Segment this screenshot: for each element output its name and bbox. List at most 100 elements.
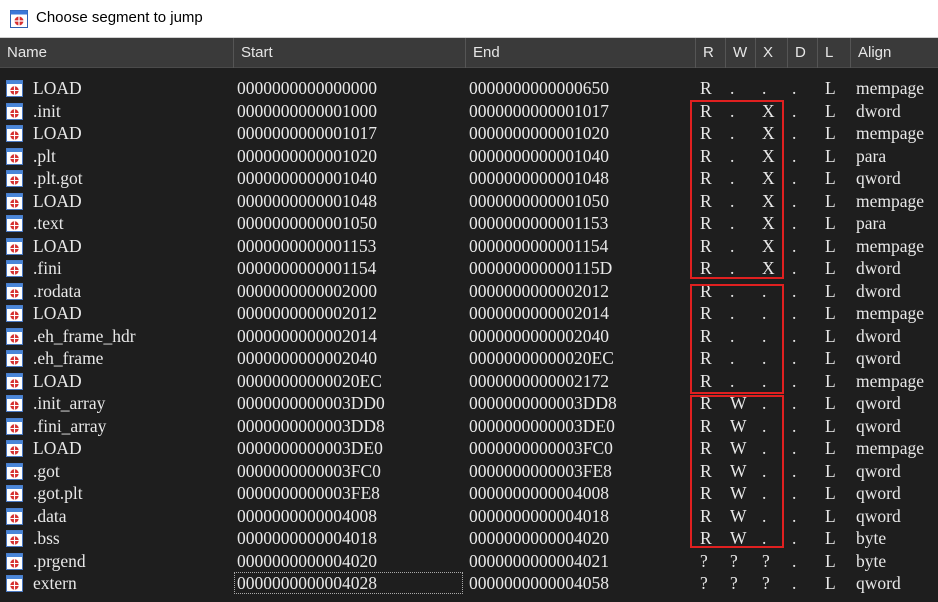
cell-name: extern: [33, 573, 77, 593]
column-header-name[interactable]: Name: [0, 38, 233, 68]
cell-end: 0000000000002040: [469, 325, 609, 346]
cell-align: qword: [856, 393, 901, 413]
table-row[interactable]: LOAD 0000000000002012 0000000000002014 R...…: [0, 302, 938, 325]
table-row[interactable]: .bss 0000000000004018 0000000000004020 R W..…: [0, 527, 938, 550]
cell-end: 0000000000003FC0: [469, 438, 613, 458]
segment-icon: [6, 282, 23, 300]
highlight-box-rw: [690, 395, 784, 548]
cell-start: 0000000000004008: [237, 505, 377, 526]
cell-name: .prgend: [33, 550, 86, 571]
table-row[interactable]: LOAD 0000000000001017 0000000000001020 R. X.…: [0, 122, 938, 145]
segment-icon: [6, 485, 23, 502]
segment-icon: [6, 305, 23, 322]
table-row[interactable]: .text 0000000000001050 0000000000001153 R. X…: [0, 212, 938, 235]
table-row[interactable]: .prgend 0000000000004020 0000000000004021?…: [0, 550, 938, 573]
cell-d: .: [792, 213, 797, 233]
cell-l: L: [825, 460, 836, 481]
cell-align: byte: [856, 550, 887, 571]
window-title: Choose segment to jump: [36, 9, 203, 26]
cell-end: 0000000000004021: [469, 550, 609, 571]
table-row[interactable]: LOAD 0000000000001153 0000000000001154 R. X.…: [0, 235, 938, 258]
table-row[interactable]: .plt.got 0000000000001040 0000000000001048…: [0, 167, 938, 190]
cell-d: .: [792, 190, 797, 211]
table-row[interactable]: .init_array 0000000000003DD0 0000000000003…: [0, 392, 938, 415]
column-header-r[interactable]: R: [695, 38, 725, 68]
cell-start: 0000000000001048: [237, 190, 377, 211]
segment-icon: [6, 327, 23, 345]
table-row[interactable]: .init 0000000000001000 0000000000001017 R. X…: [0, 100, 938, 123]
table-row[interactable]: .data 0000000000004008 0000000000004018 R W.…: [0, 505, 938, 528]
cell-end: 0000000000004058: [469, 573, 609, 593]
cell-d: .: [792, 123, 797, 143]
cell-l: L: [825, 348, 836, 368]
table-row[interactable]: .rodata 0000000000002000 0000000000002012 R…: [0, 280, 938, 303]
cell-start: 0000000000004018: [237, 528, 377, 548]
cell-start: 0000000000003FC0: [237, 460, 381, 481]
cell-align: qword: [856, 573, 901, 593]
cell-l: L: [825, 483, 836, 503]
table-row[interactable]: .got.plt 0000000000003FE8 0000000000004008…: [0, 482, 938, 505]
title-bar: Choose segment to jump: [0, 0, 938, 38]
cell-l: L: [825, 370, 836, 391]
segment-icon: [6, 237, 23, 255]
column-header-d[interactable]: D: [787, 38, 817, 68]
cell-name: LOAD: [33, 303, 82, 323]
cell-start: 0000000000001040: [237, 168, 377, 188]
cell-start: 0000000000001153: [237, 235, 377, 256]
cell-start: 0000000000002040: [237, 348, 377, 368]
table-row[interactable]: .plt 0000000000001020 0000000000001040 R. X.…: [0, 145, 938, 168]
table-row[interactable]: LOAD 0000000000000000 0000000000000650 R...…: [0, 77, 938, 100]
cell-l: L: [825, 213, 836, 233]
segment-icon: [6, 192, 23, 210]
cell-name: .got: [33, 460, 60, 481]
cell-start: 0000000000003DD0: [237, 393, 385, 413]
cell-l: L: [825, 438, 836, 458]
column-header-w[interactable]: W: [725, 38, 755, 68]
segment-window-icon: [10, 10, 28, 28]
table-row[interactable]: extern 0000000000004028 0000000000004058??…: [0, 572, 938, 595]
cell-l: L: [825, 505, 836, 526]
cell-align: dword: [856, 100, 901, 121]
segment-icon: [6, 260, 23, 277]
table-row[interactable]: .eh_frame 0000000000002040 00000000000020E…: [0, 347, 938, 370]
cell-l: L: [825, 303, 836, 323]
cell-l: L: [825, 258, 836, 278]
cell-end: 00000000000020EC: [469, 348, 614, 368]
cell-d: .: [792, 325, 797, 346]
cell-end: 0000000000001040: [469, 145, 609, 166]
cell-align: qword: [856, 415, 901, 436]
table-row[interactable]: .fini_array 0000000000003DD8 0000000000003…: [0, 415, 938, 438]
table-row[interactable]: .fini 0000000000001154 000000000000115D R. X…: [0, 257, 938, 280]
cell-start: 0000000000004020: [237, 550, 377, 571]
cell-name: .data: [33, 505, 67, 526]
cell-d: .: [792, 303, 797, 323]
table-row[interactable]: .got 0000000000003FC0 0000000000003FE8 R W..…: [0, 460, 938, 483]
cell-align: mempage: [856, 438, 925, 458]
column-header-end[interactable]: End: [465, 38, 695, 68]
cell-start: 0000000000002014: [237, 325, 377, 346]
cell-start: 0000000000001154: [237, 258, 377, 278]
cell-end: 0000000000001020: [469, 123, 609, 143]
cell-r: ?: [700, 550, 708, 571]
table-row[interactable]: LOAD 0000000000003DE0 0000000000003FC0 R W..…: [0, 437, 938, 460]
cell-name: LOAD: [33, 370, 82, 391]
column-header-align[interactable]: Align: [850, 38, 938, 68]
cell-align: dword: [856, 325, 901, 346]
cell-align: mempage: [856, 123, 925, 143]
segment-icon: [6, 552, 23, 570]
cell-start: 0000000000002012: [237, 303, 377, 323]
segment-icon: [6, 395, 23, 412]
cell-align: para: [856, 213, 887, 233]
cell-align: mempage: [856, 235, 925, 256]
table-row[interactable]: LOAD 0000000000001048 0000000000001050 R. X.…: [0, 190, 938, 213]
column-header-x[interactable]: X: [755, 38, 787, 68]
cell-start: 0000000000003DD8: [237, 415, 385, 436]
table-row[interactable]: .eh_frame_hdr 0000000000002014 00000000000…: [0, 325, 938, 348]
column-header-l[interactable]: L: [817, 38, 850, 68]
column-header-start[interactable]: Start: [233, 38, 465, 68]
cell-d: .: [792, 235, 797, 256]
table-row[interactable]: LOAD 00000000000020EC 0000000000002172 R...…: [0, 370, 938, 393]
cell-align: qword: [856, 505, 901, 526]
cell-start: 0000000000001050: [237, 213, 377, 233]
cell-end: 0000000000000650: [469, 78, 609, 98]
